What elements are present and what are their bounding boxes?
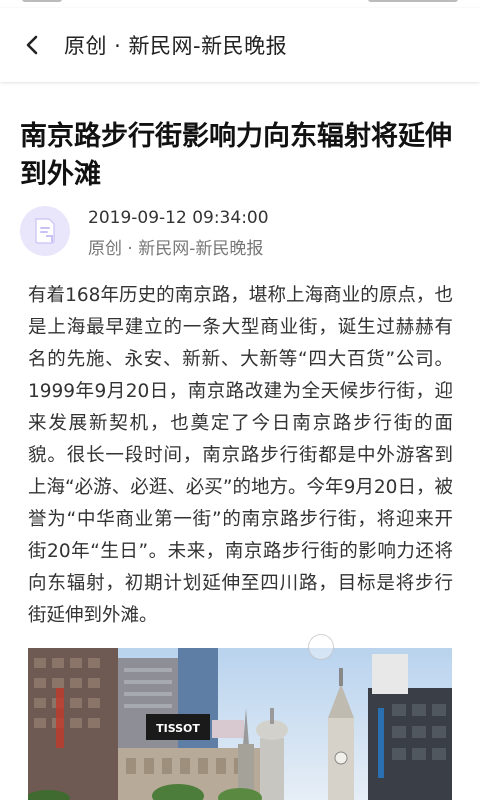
header-title: 原创 · 新民网-新民晚报 [64,34,288,58]
back-button[interactable] [0,8,64,82]
article-photo[interactable]: TISSOT [28,648,452,800]
document-icon [35,218,55,244]
avatar[interactable] [20,206,70,256]
chevron-left-icon[interactable] [24,34,40,56]
scroll-indicator [308,634,334,660]
article-meta: 2019-09-12 09:34:00 原创 · 新民网-新民晚报 [20,206,460,262]
status-bar [0,0,480,8]
publish-date: 2019-09-12 09:34:00 [88,208,269,228]
article-title: 南京路步行街影响力向东辐射将延伸到外滩 [20,121,452,190]
shop-sign: TISSOT [156,722,200,735]
status-icons [368,0,458,2]
article-body: 有着168年历史的南京路，堪称上海商业的原点，也是上海最早建立的一条大型商业街，… [28,285,453,626]
publish-source: 原创 · 新民网-新民晚报 [88,239,264,259]
status-time [22,0,62,2]
street-scene-image: TISSOT [28,648,452,800]
top-bar: 原创 · 新民网-新民晚报 [0,8,480,82]
